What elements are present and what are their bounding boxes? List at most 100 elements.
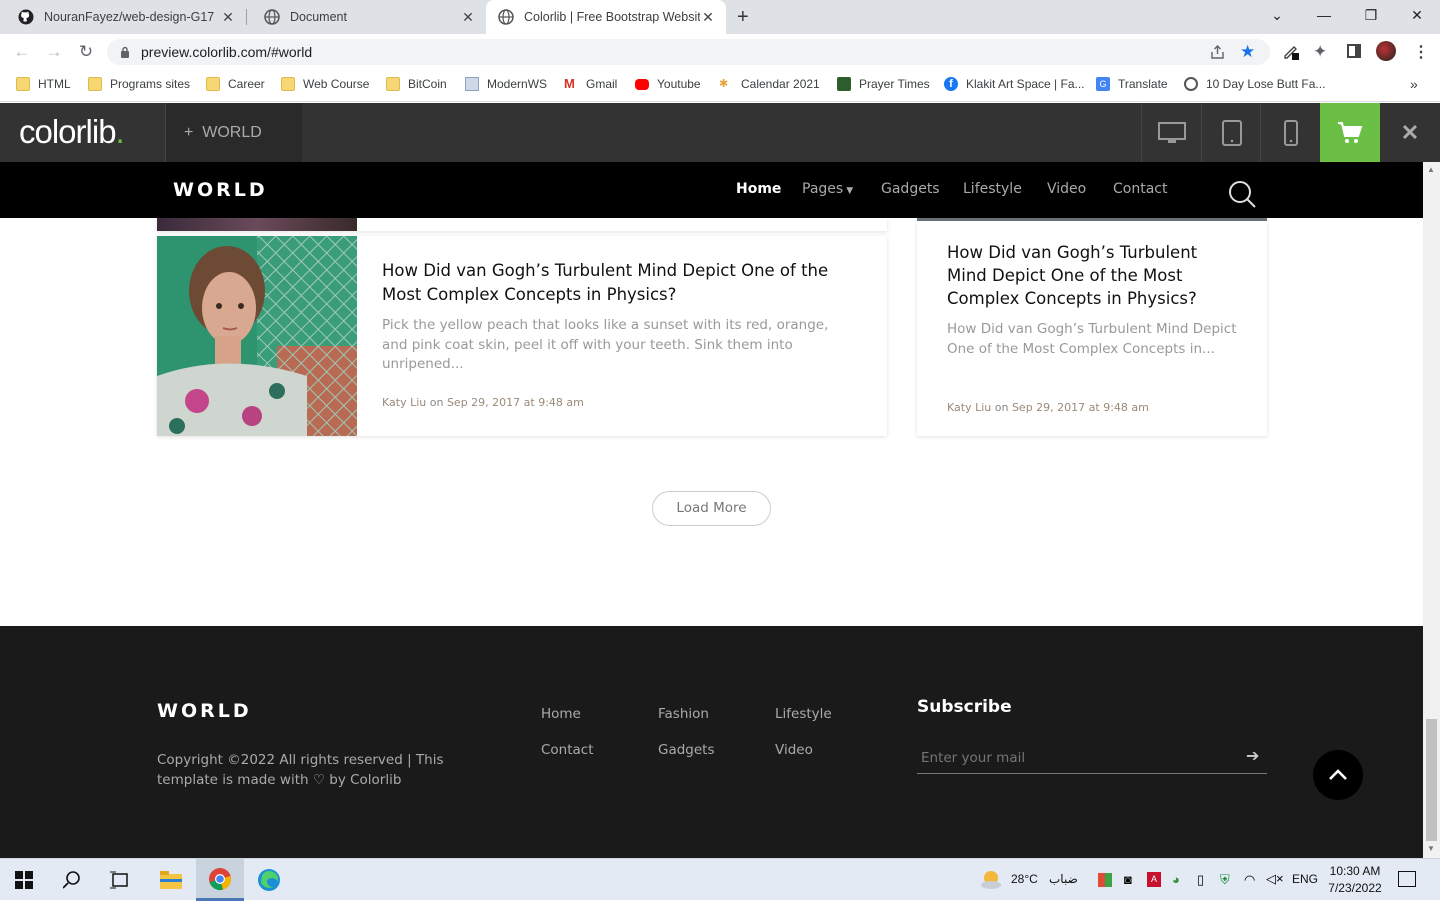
subscribe-arrow-icon[interactable]: ➔ — [1246, 746, 1259, 766]
footer-logo[interactable]: WORLD — [157, 700, 252, 722]
back-icon[interactable]: ← — [12, 42, 32, 62]
colorlib-link[interactable]: by Colorlib — [329, 772, 401, 788]
tab-document[interactable]: Document ✕ — [246, 0, 486, 34]
chrome-taskbar-icon[interactable] — [196, 859, 244, 901]
new-tab-icon[interactable]: + — [737, 6, 749, 29]
nav-video[interactable]: Video — [1047, 181, 1086, 197]
mobile-view-icon[interactable] — [1260, 103, 1320, 162]
load-more-button[interactable]: Load More — [652, 491, 771, 526]
close-icon[interactable]: ✕ — [460, 9, 476, 26]
bookmark-calendar[interactable]: ✱ Calendar 2021 — [719, 70, 820, 98]
tablet-view-icon[interactable] — [1201, 103, 1260, 162]
close-icon[interactable]: ✕ — [220, 9, 236, 26]
site-navbar: WORLD Home Pages ▼ Gadgets Lifestyle Vide… — [0, 162, 1423, 218]
tray-sync-icon[interactable]: ◕ — [1172, 872, 1180, 887]
bookmark-youtube[interactable]: Youtube — [635, 70, 701, 98]
article-title[interactable]: How Did van Gogh’s Turbulent Mind Depict… — [382, 259, 852, 307]
bookmark-klakit[interactable]: f Klakit Art Space | Fa... — [944, 70, 1085, 98]
scroll-down-icon[interactable]: ▼ — [1427, 844, 1435, 853]
nav-lifestyle[interactable]: Lifestyle — [963, 181, 1022, 197]
tab-search-icon[interactable]: ⌄ — [1254, 0, 1300, 30]
globe-icon — [498, 9, 514, 25]
bookmark-web-course[interactable]: Web Course — [281, 70, 369, 98]
share-icon[interactable] — [1210, 45, 1225, 60]
close-preview-icon[interactable]: ✕ — [1380, 103, 1440, 162]
clock[interactable]: 10:30 AM 7/23/2022 — [1325, 863, 1385, 897]
weather-temp[interactable]: 28°C — [1011, 872, 1038, 886]
footer-link-video[interactable]: Video — [775, 742, 813, 758]
scroll-up-icon[interactable]: ▲ — [1427, 165, 1435, 174]
article-card[interactable]: How Did van Gogh’s Turbulent Mind Depict… — [917, 221, 1267, 436]
forward-icon[interactable]: → — [44, 42, 64, 62]
bookmark-programs-sites[interactable]: Programs sites — [88, 70, 190, 98]
subscribe-email-input[interactable] — [917, 742, 1267, 774]
weather-icon[interactable] — [980, 870, 1002, 890]
tray-app-icon[interactable] — [1098, 873, 1112, 887]
bookmark-gmail[interactable]: M Gmail — [564, 70, 617, 98]
theme-switcher[interactable]: + WORLD — [165, 103, 302, 162]
menu-kebab-icon[interactable]: ⋮ — [1413, 42, 1429, 62]
cart-button[interactable] — [1320, 103, 1380, 162]
footer-link-home[interactable]: Home — [541, 706, 581, 722]
restore-icon[interactable]: ❐ — [1348, 0, 1394, 30]
wifi-icon[interactable]: ◠ — [1244, 872, 1255, 888]
bookmark-translate[interactable]: G Translate — [1096, 70, 1168, 98]
speaker-muted-icon[interactable]: ◁× — [1266, 871, 1284, 887]
bookmark-lose-butt[interactable]: 10 Day Lose Butt Fa... — [1184, 70, 1325, 98]
url-field[interactable]: preview.colorlib.com/#world ★ — [107, 39, 1270, 65]
footer-link-contact[interactable]: Contact — [541, 742, 594, 758]
nav-contact[interactable]: Contact — [1113, 181, 1167, 197]
windows-taskbar: 28°C ضباب ◙ A ◕ ▯ ⛨ ◠ ◁× ENG 10:30 AM 7/… — [0, 858, 1440, 901]
weather-desc[interactable]: ضباب — [1049, 872, 1078, 886]
file-explorer-icon[interactable] — [147, 859, 195, 901]
start-button[interactable] — [0, 859, 48, 901]
bookmarks-overflow-icon[interactable]: » — [1410, 70, 1418, 98]
window-close-icon[interactable]: ✕ — [1394, 0, 1440, 30]
tab-colorlib[interactable]: Colorlib | Free Bootstrap Website ✕ — [486, 0, 726, 34]
bookmark-star-icon[interactable]: ★ — [1240, 39, 1255, 65]
footer-link-gadgets[interactable]: Gadgets — [658, 742, 715, 758]
tab-github[interactable]: NouranFayez/web-design-G17 ✕ — [0, 0, 246, 34]
task-view-icon[interactable] — [96, 859, 144, 901]
bookmark-bitcoin[interactable]: BitCoin — [386, 70, 447, 98]
bookmark-modernws[interactable]: ModernWS — [465, 70, 547, 98]
language-indicator[interactable]: ENG — [1292, 872, 1318, 886]
nav-gadgets[interactable]: Gadgets — [881, 181, 940, 197]
page-scrollbar[interactable]: ▲ ▼ — [1423, 162, 1440, 858]
footer-link-lifestyle[interactable]: Lifestyle — [775, 706, 832, 722]
extension-pen-icon[interactable] — [1282, 42, 1300, 60]
folder-icon — [281, 77, 295, 91]
close-icon[interactable]: ✕ — [700, 9, 716, 26]
bookmark-html[interactable]: HTML — [16, 70, 71, 98]
tray-security-icon[interactable]: ⛨ — [1220, 872, 1230, 888]
tray-camera-icon[interactable]: ◙ — [1124, 872, 1132, 887]
article-title[interactable]: How Did van Gogh’s Turbulent Mind Depict… — [947, 241, 1242, 310]
footer-link-fashion[interactable]: Fashion — [658, 706, 709, 722]
edge-taskbar-icon[interactable] — [245, 859, 293, 901]
colorlib-logo[interactable]: colorlib. — [19, 113, 125, 151]
nav-pages[interactable]: Pages ▼ — [802, 181, 853, 197]
article-excerpt: Pick the yellow peach that looks like a … — [382, 317, 829, 372]
reload-icon[interactable]: ↻ — [76, 42, 96, 62]
article-author[interactable]: Katy Liu — [382, 396, 426, 409]
nav-home[interactable]: Home — [736, 181, 781, 197]
search-icon[interactable] — [48, 859, 96, 901]
tray-pdf-icon[interactable]: A — [1147, 872, 1161, 887]
bookmark-prayer-times[interactable]: Prayer Times — [837, 70, 930, 98]
article-card[interactable]: How Did van Gogh’s Turbulent Mind Depict… — [157, 236, 887, 436]
article-image[interactable] — [157, 236, 357, 436]
side-panel-icon[interactable] — [1347, 44, 1361, 58]
scrollbar-thumb[interactable] — [1426, 719, 1437, 841]
folder-icon — [16, 77, 30, 91]
desktop-view-icon[interactable] — [1141, 103, 1201, 162]
notifications-icon[interactable] — [1398, 871, 1416, 887]
article-author[interactable]: Katy Liu — [947, 401, 991, 414]
site-logo[interactable]: WORLD — [173, 179, 268, 201]
tray-usb-icon[interactable]: ▯ — [1197, 872, 1204, 888]
search-icon[interactable] — [1227, 179, 1257, 209]
bookmark-career[interactable]: Career — [206, 70, 265, 98]
extensions-puzzle-icon[interactable]: ✦ — [1313, 42, 1327, 62]
avatar[interactable] — [1376, 41, 1396, 61]
back-to-top-button[interactable] — [1313, 750, 1363, 800]
minimize-icon[interactable]: — — [1301, 0, 1347, 30]
